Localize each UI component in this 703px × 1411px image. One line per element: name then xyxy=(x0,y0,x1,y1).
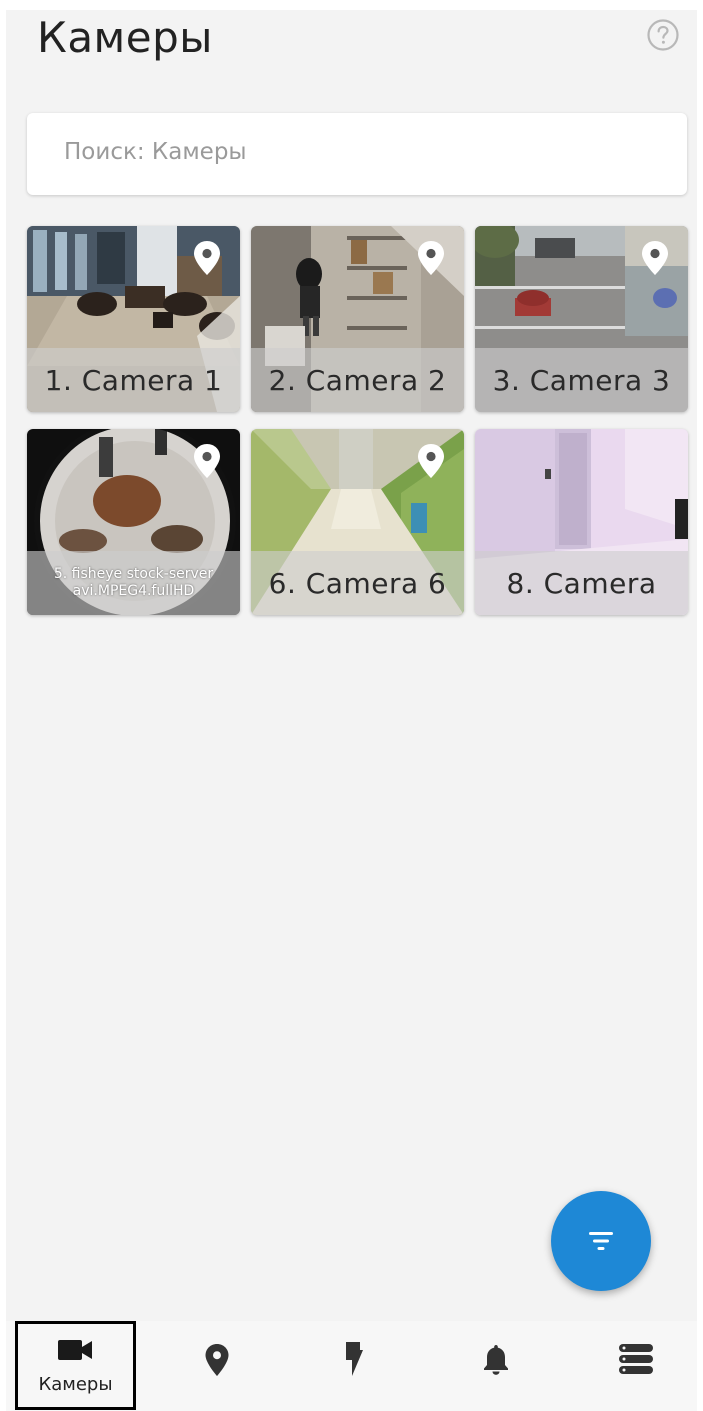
camera-name: 6. Camera 6 xyxy=(268,566,447,600)
video-camera-icon xyxy=(58,1340,92,1360)
filter-icon xyxy=(589,1232,613,1250)
camera-name: 2. Camera 2 xyxy=(268,363,447,397)
search-input[interactable]: Поиск: Камеры xyxy=(27,113,687,195)
nav-item-events[interactable] xyxy=(284,1321,422,1411)
camera-tile[interactable]: 3. Camera 3 xyxy=(475,226,688,412)
nav-item-notifications[interactable] xyxy=(422,1321,560,1411)
location-pin-icon xyxy=(205,1344,229,1376)
question-circle-icon[interactable] xyxy=(646,18,680,52)
camera-tile[interactable]: 1. Camera 1 xyxy=(27,226,240,412)
camera-name: 3. Camera 3 xyxy=(492,363,671,397)
camera-name: 5. fisheye stock-server avi.MPEG4.fullHD xyxy=(27,551,240,615)
camera-tile[interactable]: 6. Camera 6 xyxy=(251,429,464,615)
search-placeholder: Поиск: Камеры xyxy=(64,139,247,165)
location-pin-icon xyxy=(418,241,444,275)
nav-item-servers[interactable] xyxy=(560,1321,698,1411)
location-pin-icon xyxy=(194,241,220,275)
nav-item-map[interactable] xyxy=(146,1321,284,1411)
lightning-icon xyxy=(346,1342,363,1376)
cameras-screen: Камеры Поиск: Камеры 1. Camera 1 2. Came… xyxy=(6,10,697,1321)
bottom-navigation: Камеры xyxy=(6,1321,697,1411)
camera-name-line1: 5. fisheye stock-server xyxy=(53,566,214,582)
server-menu-icon xyxy=(619,1344,653,1374)
location-pin-icon xyxy=(418,444,444,478)
nav-item-cameras[interactable]: Камеры xyxy=(15,1321,136,1410)
page-title: Камеры xyxy=(37,13,213,62)
camera-tile[interactable]: 2. Camera 2 xyxy=(251,226,464,412)
camera-name: 8. Camera xyxy=(506,566,657,600)
location-pin-icon xyxy=(194,444,220,478)
location-pin-icon xyxy=(642,241,668,275)
nav-item-label: Камеры xyxy=(38,1374,113,1395)
camera-name-line2: avi.MPEG4.fullHD xyxy=(72,583,195,599)
bell-icon xyxy=(484,1345,508,1375)
filter-button[interactable] xyxy=(551,1191,651,1291)
camera-name: 1. Camera 1 xyxy=(44,363,223,397)
camera-tile[interactable]: 8. Camera xyxy=(475,429,688,615)
camera-tile[interactable]: 5. fisheye stock-server avi.MPEG4.fullHD xyxy=(27,429,240,615)
